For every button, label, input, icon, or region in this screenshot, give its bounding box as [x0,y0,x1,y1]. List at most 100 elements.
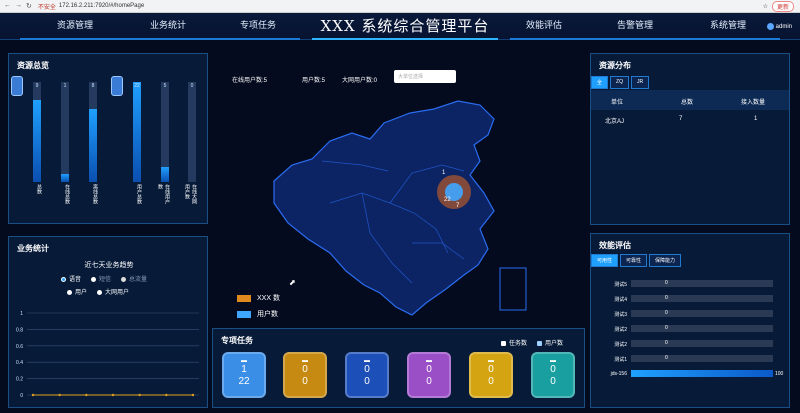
data-point [31,393,35,397]
legend-users[interactable]: 用户 [67,287,87,296]
chart-title: 近七天业务趋势 [84,262,134,269]
legend-user-count[interactable]: 用户数 [537,338,563,347]
table-row[interactable]: 北京AJ 7 1 [591,112,789,128]
data-point [111,393,115,397]
user-count: 0 [488,376,494,387]
china-map[interactable] [212,53,585,323]
header-deco-left [20,38,300,40]
y-tick-label: 0 [20,393,23,399]
dist-tabs: 全 ZQ JR [591,76,650,89]
efficiency-row[interactable]: 测试2 0 [599,340,779,348]
update-button[interactable]: 更新 [771,0,794,12]
page-title: XXX 系统综合管理平台 [320,17,490,35]
efficiency-row-value: 100 [775,371,784,377]
bar-online-wan-users[interactable]: 0 在线大网用户数 [184,82,197,207]
data-point [58,393,61,397]
security-label[interactable]: 不安全 [38,2,56,11]
user-menu[interactable]: admin [766,23,792,30]
task-count: 0 [426,364,432,375]
bar-offline[interactable]: 8 离线总数 [89,82,98,207]
bar-label: 在线大网用户数 [184,184,197,204]
efficiency-row[interactable]: 测试3 0 [599,310,779,318]
map-legend-xxx: XXX 数 [237,293,280,303]
tab-availability[interactable]: 可用性 [591,254,619,267]
tab-zq[interactable]: ZQ [610,76,629,89]
business-stats-panel: 业务统计 近七天业务趋势 语音 短信 总流量 用户 大网用户 0 0.2 0.4 0.… [8,236,208,408]
task-count: 0 [302,364,308,375]
efficiency-row[interactable]: jds-156 100 [599,370,783,378]
legend-task-count[interactable]: 任务数 [501,338,527,347]
task-count: 1 [241,364,247,375]
row-total: 7 [679,116,683,122]
special-tasks-panel: 专项任务 任务数 用户数 [212,328,585,408]
address-bar[interactable]: 172.16.2.211:7920/#/homePage [59,3,144,9]
user-count: 0 [302,376,308,387]
task-count: 0 [364,364,370,375]
forward-icon[interactable]: → [15,2,22,10]
task-card-6[interactable]: ▬ 0 0 [531,352,575,398]
efficiency-row[interactable]: 测试1 0 [599,355,779,363]
map-marker-value: 22 [444,197,451,203]
menu-business[interactable]: 业务统计 [150,18,186,31]
map-area: 在线用户数:5 用户数:5 大网用户数:0 大单位选择 1 22 7 XXX 数… [212,53,585,323]
bar-label: 离线总数 [92,184,98,204]
legend-wan-users[interactable]: 大网用户 [97,287,129,296]
task-card-3[interactable]: ▬ 0 0 [345,352,389,398]
task-card-5[interactable]: ▬ 0 0 [469,352,513,398]
title-box: XXX 系统综合管理平台 [312,13,498,40]
legend-sms[interactable]: 短信 [91,274,111,283]
y-tick-label: 0.4 [16,360,23,366]
menu-tasks[interactable]: 专项任务 [240,18,276,31]
star-icon[interactable]: ☆ [763,3,768,10]
bar-track [188,82,196,182]
efficiency-row[interactable]: 测试2 0 [599,325,779,333]
task-card-4[interactable]: ▬ 0 0 [407,352,451,398]
menu-resource[interactable]: 资源管理 [57,18,93,31]
reload-icon[interactable]: ↻ [26,2,32,10]
y-tick-label: 0.6 [16,344,23,350]
task-card-1[interactable]: ▬ 1 22 [222,352,266,398]
task-count: 0 [550,364,556,375]
efficiency-row[interactable]: 测试4 0 [599,295,779,303]
bar-online-users[interactable]: 5 在线用户数 [157,82,170,207]
resource-dist-panel: 资源分布 全 ZQ JR 单位 总数 接入数量 北京AJ 7 1 [590,53,790,225]
bar-total[interactable]: 9 总数 [11,76,42,207]
trend-chart: 0 0.2 0.4 0.6 0.8 1 [16,311,199,399]
bar-label: 用户总数 [136,184,142,204]
app-header: 资源管理 业务统计 专项任务 XXX 系统综合管理平台 效能评估 告警管理 系统… [0,13,800,40]
mouse-cursor-icon: ⬈ [289,278,296,287]
menu-efficiency[interactable]: 效能评估 [526,18,562,31]
bar-online[interactable]: 1 在线总数 [61,82,70,207]
col-access: 接入数量 [741,100,766,106]
y-tick-label: 0.8 [16,327,23,333]
efficiency-title: 效能评估 [599,241,631,250]
menu-system[interactable]: 系统管理 [710,18,746,31]
y-tick-label: 0.2 [16,377,23,383]
user-count: 0 [364,376,370,387]
data-point [165,393,168,397]
header-deco-right [510,38,780,40]
tab-all[interactable]: 全 [591,76,609,89]
efficiency-row[interactable]: 测试5 0 [599,280,779,288]
bar-track [89,82,97,182]
bar-fill [33,100,41,182]
back-icon[interactable]: ← [4,2,11,10]
bar-fill [161,167,169,182]
tab-capability[interactable]: 保障能力 [649,254,682,267]
username: admin [775,23,792,30]
legend-total[interactable]: 总流量 [121,274,147,283]
menu-alarm[interactable]: 告警管理 [617,18,653,31]
bar-value: 1 [63,83,67,89]
browser-bar: ← → ↻ 不安全 172.16.2.211:7920/#/homePage ☆… [0,0,800,13]
task-card-2[interactable]: ▬ 0 0 [283,352,327,398]
col-total: 总数 [681,100,694,106]
legend-voice[interactable]: 语音 [61,274,81,283]
bar-fill [89,109,97,182]
tab-jr[interactable]: JR [630,76,650,89]
tab-reliability[interactable]: 可靠性 [620,254,648,267]
map-legend-users: 用户数 [237,309,278,319]
bar-label: 在线用户数 [157,184,170,204]
resource-dist-title: 资源分布 [599,61,631,70]
efficiency-tabs: 可用性 可靠性 保障能力 [591,254,682,267]
bar-users[interactable]: 22 用户总数 [111,76,142,207]
